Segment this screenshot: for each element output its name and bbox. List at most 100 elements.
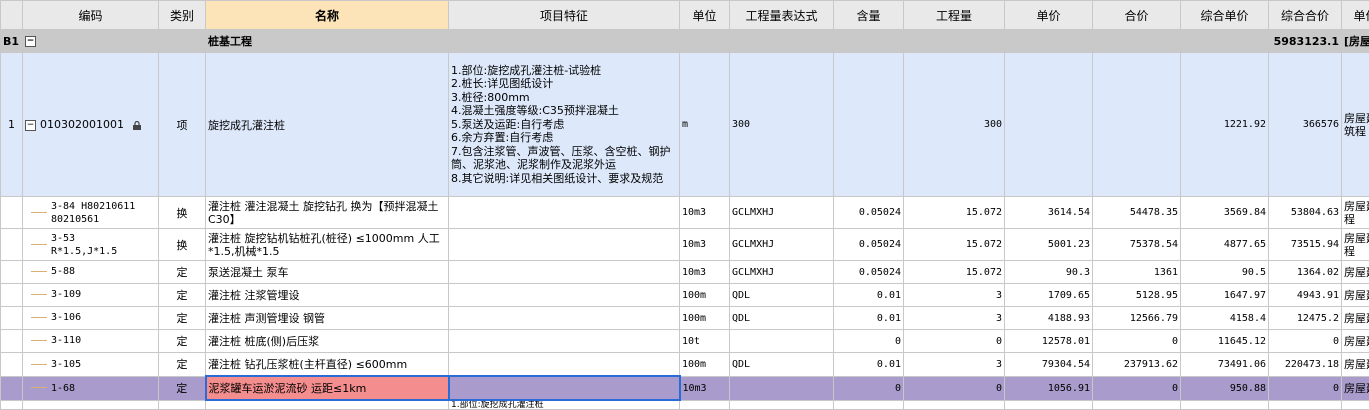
row-qty[interactable]: 3 — [903, 283, 1005, 307]
row-price[interactable]: 3614.54 — [1004, 196, 1093, 229]
main-code[interactable]: 010302001001 — [40, 118, 124, 131]
row-name[interactable]: 灌注桩 旋挖钻机钻桩孔(桩径) ≤1000mm 人工*1.5,机械*1.5 — [205, 228, 449, 261]
row-unit[interactable]: 10m3 — [679, 196, 730, 229]
header-extra[interactable]: 单价 — [1341, 0, 1369, 30]
header-unit[interactable]: 单位 — [679, 0, 730, 30]
header-comp-price[interactable]: 综合单价 — [1180, 0, 1269, 30]
row-code[interactable]: 3-53 R*1.5,J*1.5 — [22, 228, 159, 261]
row-unit[interactable]: 100m — [679, 306, 730, 330]
selected-qty[interactable]: 0 — [903, 375, 1005, 401]
header-comp-total[interactable]: 综合合价 — [1268, 0, 1342, 30]
row-content[interactable]: 0.01 — [833, 352, 904, 377]
table-row[interactable]: 3-106 定灌注桩 声测管埋设 钢管 100m QDL 0.01 3 4188.93 125… — [0, 306, 1369, 330]
row-code[interactable]: 3-105 — [22, 352, 159, 377]
section-row[interactable]: B1 − 桩基工程 5983123.1 [房屋建 — [0, 29, 1369, 53]
row-name[interactable]: 灌注桩 灌注混凝土 旋挖钻孔 换为【预拌混凝土 C30】 — [205, 196, 449, 229]
selected-price[interactable]: 1056.91 — [1004, 375, 1093, 401]
row-qty[interactable]: 15.072 — [903, 196, 1005, 229]
row-expr[interactable]: QDL — [729, 306, 834, 330]
main-expr[interactable]: 300 — [729, 52, 834, 197]
header-code[interactable]: 编码 — [22, 0, 159, 30]
row-name[interactable]: 灌注桩 钻孔压浆桩(主杆直径) ≤600mm — [205, 352, 449, 377]
row-unit[interactable]: 100m — [679, 283, 730, 307]
table-row[interactable]: 3-53 R*1.5,J*1.5 换灌注桩 旋挖钻机钻桩孔(桩径) ≤1000mm… — [0, 228, 1369, 261]
row-code[interactable]: 3-109 — [22, 283, 159, 307]
row-unit[interactable]: 10m3 — [679, 260, 730, 284]
row-content[interactable]: 0.01 — [833, 283, 904, 307]
row-content[interactable]: 0.05024 — [833, 228, 904, 261]
row-price[interactable]: 5001.23 — [1004, 228, 1093, 261]
table-row[interactable]: 3-105 定灌注桩 钻孔压浆桩(主杆直径) ≤600mm 100m QDL 0.01 3… — [0, 352, 1369, 377]
table-row[interactable]: 3-84 H80210611 80210561 换灌注桩 灌注混凝土 旋挖钻孔 换… — [0, 196, 1369, 229]
row-name[interactable]: 灌注桩 桩底(侧)后压浆 — [205, 329, 449, 353]
selected-content[interactable]: 0 — [833, 375, 904, 401]
collapse-toggle-icon[interactable]: − — [25, 36, 36, 47]
main-qty[interactable]: 300 — [903, 52, 1005, 197]
row-name[interactable]: 泵送混凝土 泵车 — [205, 260, 449, 284]
row-feature[interactable] — [448, 283, 680, 307]
header-type[interactable]: 类别 — [158, 0, 206, 30]
selected-name[interactable]: 泥浆罐车运淤泥流砂 运距≤1km — [204, 375, 450, 401]
row-code-text[interactable]: 3-105 — [51, 358, 139, 371]
row-price[interactable]: 4188.93 — [1004, 306, 1093, 330]
header-price[interactable]: 单价 — [1004, 0, 1093, 30]
main-feature[interactable]: 1.部位:旋挖成孔灌注桩-试验桩 2.桩长:详见图纸设计 3.桩径:800mm … — [448, 52, 680, 197]
row-content[interactable]: 0.05024 — [833, 196, 904, 229]
row-content[interactable]: 0.01 — [833, 306, 904, 330]
row-code-text[interactable]: 5-88 — [51, 265, 139, 278]
row-expr[interactable]: QDL — [729, 283, 834, 307]
collapse-toggle-icon[interactable]: − — [25, 119, 36, 131]
row-code-text[interactable]: 3-110 — [51, 334, 139, 347]
row-feature[interactable] — [448, 352, 680, 377]
header-qty[interactable]: 工程量 — [903, 0, 1005, 30]
row-price[interactable]: 90.3 — [1004, 260, 1093, 284]
row-feature[interactable] — [448, 260, 680, 284]
row-code[interactable]: 5-88 — [22, 260, 159, 284]
header-name[interactable]: 名称 — [205, 0, 449, 30]
selected-feature[interactable] — [447, 375, 681, 401]
row-code[interactable]: 3-84 H80210611 80210561 — [22, 196, 159, 229]
row-code-text[interactable]: 3-84 H80210611 80210561 — [51, 200, 139, 226]
table-row[interactable]: 5-88 定泵送混凝土 泵车 10m3 GCLMXHJ 0.05024 15.072 90.… — [0, 260, 1369, 284]
next-row-partial[interactable]: 1.部位:旋挖成孔灌注桩 — [0, 399, 1369, 410]
row-price[interactable]: 1709.65 — [1004, 283, 1093, 307]
header-total[interactable]: 合价 — [1092, 0, 1181, 30]
row-expr[interactable]: GCLMXHJ — [729, 228, 834, 261]
row-price[interactable]: 12578.01 — [1004, 329, 1093, 353]
row-code-text[interactable]: 3-53 R*1.5,J*1.5 — [51, 232, 139, 258]
row-unit[interactable]: 100m — [679, 352, 730, 377]
row-name[interactable]: 灌注桩 声测管埋设 钢管 — [205, 306, 449, 330]
row-code[interactable]: 3-110 — [22, 329, 159, 353]
row-feature[interactable] — [448, 228, 680, 261]
row-name[interactable]: 灌注桩 注浆管埋设 — [205, 283, 449, 307]
row-expr[interactable]: GCLMXHJ — [729, 196, 834, 229]
row-qty[interactable]: 0 — [903, 329, 1005, 353]
section-name[interactable]: 桩基工程 — [205, 29, 449, 53]
row-code[interactable]: 3-106 — [22, 306, 159, 330]
header-content[interactable]: 含量 — [833, 0, 904, 30]
table-row[interactable]: 3-110 定灌注桩 桩底(侧)后压浆 10t 0 0 12578.01 0 11645.12… — [0, 329, 1369, 353]
row-content[interactable]: 0 — [833, 329, 904, 353]
selected-expr[interactable] — [729, 375, 834, 401]
table-row[interactable]: 3-109 定灌注桩 注浆管埋设 100m QDL 0.01 3 1709.65 5128.9… — [0, 283, 1369, 307]
next-feature[interactable]: 1.部位:旋挖成孔灌注桩 — [448, 399, 680, 410]
row-unit[interactable]: 10t — [679, 329, 730, 353]
main-name[interactable]: 旋挖成孔灌注桩 — [205, 52, 449, 197]
row-feature[interactable] — [448, 196, 680, 229]
header-expr[interactable]: 工程量表达式 — [729, 0, 834, 30]
row-feature[interactable] — [448, 329, 680, 353]
main-unit[interactable]: m — [679, 52, 730, 197]
row-content[interactable]: 0.05024 — [833, 260, 904, 284]
row-expr[interactable]: GCLMXHJ — [729, 260, 834, 284]
row-unit[interactable]: 10m3 — [679, 228, 730, 261]
selected-code[interactable]: 1-68 — [51, 383, 75, 394]
row-expr[interactable]: QDL — [729, 352, 834, 377]
header-feature[interactable]: 项目特征 — [448, 0, 680, 30]
row-code-text[interactable]: 3-106 — [51, 311, 139, 324]
row-qty[interactable]: 15.072 — [903, 228, 1005, 261]
main-item-row[interactable]: 1 −010302001001 项 旋挖成孔灌注桩 1.部位:旋挖成孔灌注桩-试… — [0, 52, 1369, 197]
row-code-text[interactable]: 3-109 — [51, 288, 139, 301]
row-qty[interactable]: 3 — [903, 306, 1005, 330]
row-qty[interactable]: 3 — [903, 352, 1005, 377]
selected-unit[interactable]: 10m3 — [679, 375, 730, 401]
